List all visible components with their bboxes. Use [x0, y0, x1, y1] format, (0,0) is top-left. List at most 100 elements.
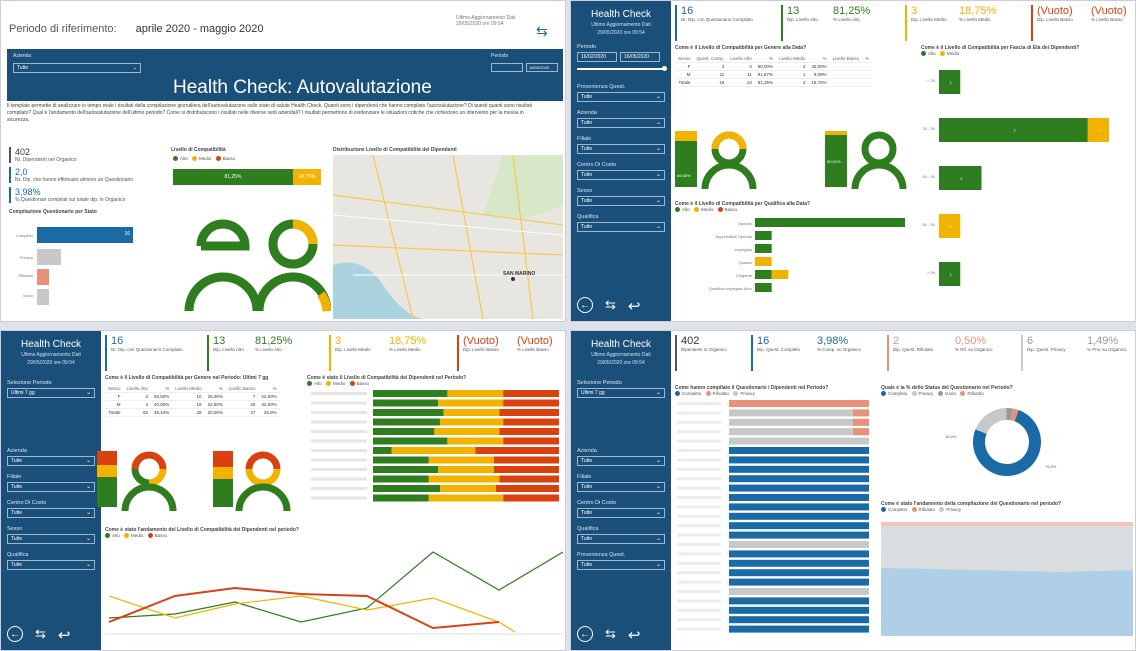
legend-label: Alto — [928, 51, 936, 56]
list-bar — [729, 560, 869, 568]
filter-sesso[interactable]: Tutte ⌄ — [7, 534, 95, 544]
column-header[interactable]: Livello Basso — [829, 55, 863, 63]
row-label: Privacy — [19, 255, 33, 260]
filter-filiale[interactable]: Tutte ⌄ — [577, 144, 665, 154]
stack-segment — [503, 418, 559, 426]
column-header[interactable]: Quest. Comp. — [693, 55, 728, 63]
column-header[interactable]: % — [151, 385, 173, 393]
kpi-label: % Livello Alto — [833, 17, 860, 22]
bar-alto — [755, 270, 772, 280]
list-bar — [729, 513, 869, 521]
refresh-icon[interactable]: ⇆ — [605, 297, 616, 315]
bar-rifiutato[interactable] — [37, 269, 49, 285]
filter-label: Centro Di Costo — [577, 500, 617, 506]
map-view[interactable]: SAN MARINO — [333, 155, 563, 319]
table-cell: 25,00% — [204, 392, 226, 401]
filter-provenienza[interactable]: Tutte ⌄ — [577, 92, 665, 102]
column-header[interactable]: Livello Medio — [172, 385, 205, 393]
back-arrow-icon[interactable]: ↩ — [628, 297, 641, 315]
filter-centro-costo[interactable]: Tutte ⌄ — [577, 170, 665, 180]
filter-centro-costo[interactable]: Tutte ⌄ — [7, 508, 95, 518]
kpi-card: 0,50%% Rif. su Organico — [951, 335, 993, 371]
periodo-from-input[interactable] — [491, 63, 523, 72]
kpi-value: 13 — [787, 5, 800, 17]
kpi-card: 16 Nr. Dip. con Questionario Compilato — [675, 5, 753, 41]
column-header[interactable]: % — [808, 55, 830, 63]
stack-segment — [447, 390, 504, 398]
bar-medio — [771, 270, 789, 280]
column-header[interactable]: Livello Basso — [225, 385, 259, 393]
kpi-card: 18,75%% Livello Medio — [385, 335, 426, 371]
chevron-down-icon: ⌄ — [655, 510, 661, 516]
periodo-from-input[interactable]: 16/02/2020 — [577, 52, 617, 62]
bar-vuoto[interactable] — [37, 289, 49, 305]
periodo-to-input[interactable]: 16/02/2020 — [526, 63, 558, 72]
column-header[interactable]: % — [754, 55, 777, 63]
back-circle-icon[interactable]: ← — [577, 626, 593, 642]
list-bar — [729, 569, 869, 577]
level-bar[interactable]: 81,25% 18,75% — [173, 169, 321, 185]
table-cell: 16 — [693, 78, 728, 87]
filter-filiale[interactable]: Tutte ⌄ — [7, 482, 95, 492]
table-cell: 91,67% — [754, 70, 777, 79]
slider-handle[interactable] — [662, 66, 667, 71]
periodo-select[interactable]: Ultimi 7 gg ⌄ — [577, 388, 665, 398]
list-bar — [729, 522, 869, 530]
bar-value: 16 — [124, 231, 130, 237]
column-header[interactable]: % — [204, 385, 226, 393]
bar-completo[interactable]: 16 — [37, 227, 133, 243]
refresh-icon[interactable]: ⇆ — [536, 23, 548, 40]
bar-privacy[interactable] — [37, 249, 61, 265]
table-row: F 3 3 50,00% 2 40,00% — [675, 62, 873, 71]
table-cell: 22,50% — [204, 400, 226, 409]
legend-dot — [173, 156, 178, 162]
back-circle-icon[interactable]: ← — [7, 626, 23, 642]
filter-qualifica[interactable]: Tutte ⌄ — [577, 222, 665, 232]
column-header[interactable]: % — [258, 385, 280, 393]
column-header[interactable]: Livello Alto — [727, 55, 755, 63]
table-cell: 28 — [172, 408, 205, 417]
filter-sesso[interactable]: Tutte ⌄ — [577, 196, 665, 206]
filter-label: Centro Di Costo — [7, 500, 47, 506]
column-header[interactable]: Livello Medio — [776, 55, 809, 63]
kpi-value: 3 — [335, 335, 342, 347]
filter-value: Tutte — [581, 224, 593, 230]
column-header[interactable]: Sesso — [675, 55, 694, 63]
kpi-value: 3,98% — [817, 335, 849, 347]
stack-segment — [373, 447, 392, 455]
list-bar — [729, 616, 869, 624]
back-arrow-icon[interactable]: ↩ — [58, 626, 71, 644]
column-header[interactable]: Livello Alto — [123, 385, 152, 393]
periodo-slider[interactable] — [577, 66, 667, 71]
filter-qualifica[interactable]: Tutte ⌄ — [7, 560, 95, 570]
refresh-icon[interactable]: ⇆ — [35, 626, 46, 644]
column-header[interactable]: % — [862, 55, 873, 63]
filter-azienda[interactable]: Tutte ⌄ — [7, 456, 95, 466]
legend-label: Privacy — [918, 391, 934, 396]
row-label-placeholder — [311, 458, 367, 462]
back-circle-icon[interactable]: ← — [577, 297, 593, 313]
azienda-select[interactable]: Tutte ⌄ — [13, 63, 141, 73]
chevron-down-icon: ⌄ — [655, 146, 661, 152]
periodo-label: Periodo — [491, 53, 509, 59]
legend-dot — [192, 156, 198, 162]
stack-segment — [373, 409, 444, 417]
list-bar — [729, 607, 869, 615]
periodo-to-input[interactable]: 16/05/2020 — [620, 52, 660, 62]
filter-azienda[interactable]: Tutte ⌄ — [577, 456, 665, 466]
filter-centro-costo[interactable]: Tutte ⌄ — [577, 508, 665, 518]
filter-qualifica[interactable]: Tutte ⌄ — [577, 534, 665, 544]
refresh-icon[interactable]: ⇆ — [605, 626, 616, 644]
filter-value: Tutte — [581, 458, 593, 464]
periodo-select[interactable]: Ultimi 7 gg ⌄ — [7, 388, 95, 398]
period-label: Periodo di riferimento: — [9, 23, 117, 35]
filter-provenienza[interactable]: Tutte ⌄ — [577, 560, 665, 570]
filter-azienda[interactable]: Tutte ⌄ — [577, 118, 665, 128]
back-arrow-icon[interactable]: ↩ — [628, 626, 641, 644]
filter-value: Tutte — [581, 198, 593, 204]
row-label-placeholder — [311, 468, 367, 472]
table-cell: 50,50% — [151, 392, 173, 401]
column-header[interactable]: Sesso — [105, 385, 124, 393]
filter-filiale[interactable]: Tutte ⌄ — [577, 482, 665, 492]
row-label: Completo — [15, 233, 33, 238]
